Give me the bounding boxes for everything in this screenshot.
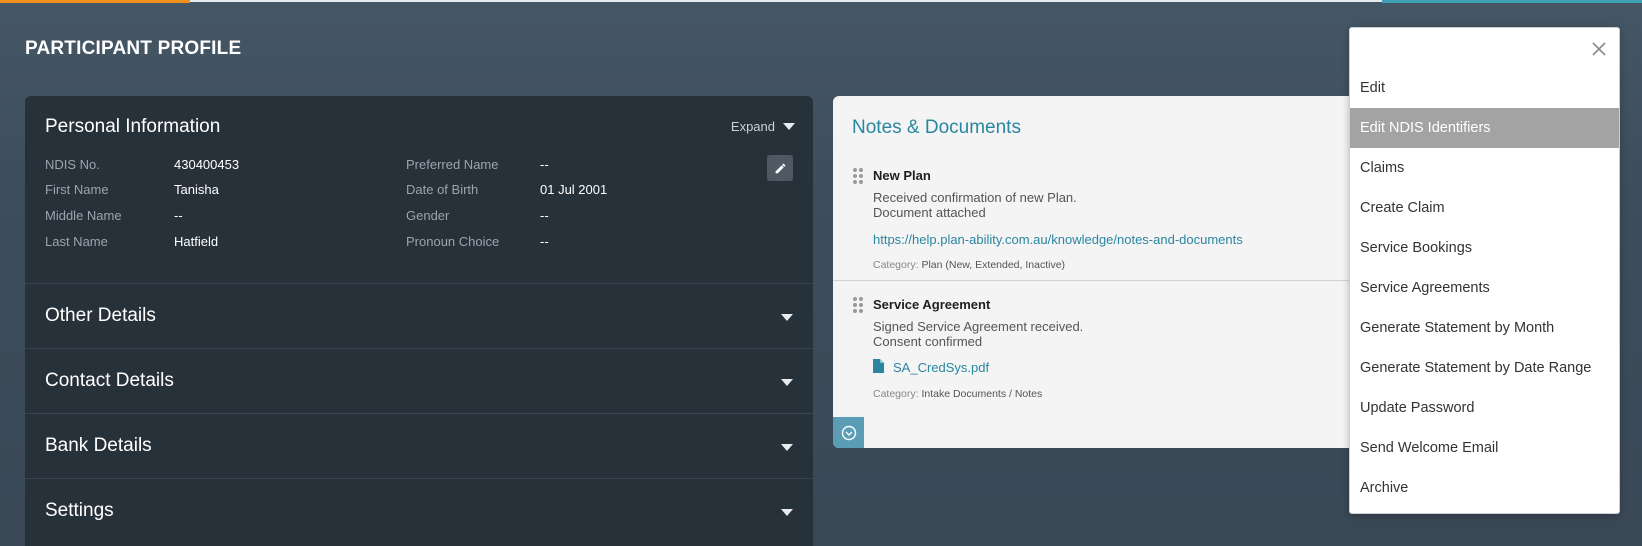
section-other-details[interactable]: Other Details: [25, 283, 813, 348]
field-label: First Name: [45, 182, 109, 197]
caret-down-icon: [781, 509, 793, 516]
menu-item-statement-by-date-range[interactable]: Generate Statement by Date Range: [1350, 348, 1619, 388]
note-body-line: Received confirmation of new Plan.: [873, 190, 1077, 205]
field-value: Hatfield: [174, 234, 219, 249]
field-label: Gender: [406, 208, 450, 223]
category-label: Category:: [873, 259, 919, 271]
close-menu-button[interactable]: [1589, 39, 1609, 59]
expand-button[interactable]: Expand: [731, 119, 795, 134]
file-icon: [873, 359, 884, 373]
section-bank-details[interactable]: Bank Details: [25, 413, 813, 478]
note-body-line: Consent confirmed: [873, 334, 983, 349]
field-label: Last Name: [45, 234, 108, 249]
page-progress-bar: [0, 0, 190, 3]
drag-handle-icon[interactable]: [853, 297, 865, 315]
field-label: NDIS No.: [45, 157, 100, 172]
caret-down-icon: [783, 123, 795, 130]
note-item: Service Agreement Signed Service Agreeme…: [833, 297, 1353, 417]
note-title: New Plan: [873, 168, 931, 183]
field-label: Preferred Name: [406, 157, 499, 172]
menu-item-claims[interactable]: Claims: [1350, 148, 1619, 188]
note-body-line: Signed Service Agreement received.: [873, 319, 1084, 334]
menu-item-service-agreements[interactable]: Service Agreements: [1350, 268, 1619, 308]
actions-dropdown-menu: Edit Edit NDIS Identifiers Claims Create…: [1349, 27, 1620, 514]
section-title: Settings: [45, 500, 114, 521]
personal-info-panel: Personal Information Expand NDIS No. 430…: [25, 96, 813, 546]
field-value: --: [540, 208, 549, 223]
note-category: Category: Plan (New, Extended, Inactive): [873, 259, 1065, 271]
note-category: Category: Intake Documents / Notes: [873, 388, 1042, 400]
menu-item-create-claim[interactable]: Create Claim: [1350, 188, 1619, 228]
category-value: Plan (New, Extended, Inactive): [921, 259, 1066, 271]
field-value: 430400453: [174, 157, 240, 172]
category-label: Category:: [873, 388, 919, 400]
page-title: PARTICIPANT PROFILE: [25, 38, 242, 59]
notes-title: Notes & Documents: [852, 117, 1021, 138]
field-value: --: [174, 208, 183, 223]
section-title: Contact Details: [45, 370, 174, 391]
caret-down-icon: [781, 379, 793, 386]
field-value: 01 Jul 2001: [540, 182, 608, 197]
menu-item-archive[interactable]: Archive: [1350, 468, 1619, 508]
drag-handle-icon[interactable]: [853, 168, 865, 186]
personal-info-title: Personal Information: [45, 116, 221, 137]
section-settings[interactable]: Settings: [25, 478, 813, 543]
menu-item-statement-by-month[interactable]: Generate Statement by Month: [1350, 308, 1619, 348]
field-label: Pronoun Choice: [406, 234, 500, 249]
chevron-circle-down-icon: [841, 425, 856, 440]
pencil-icon: [775, 163, 785, 173]
menu-item-update-password[interactable]: Update Password: [1350, 388, 1619, 428]
scroll-down-button[interactable]: [833, 417, 864, 448]
note-link[interactable]: https://help.plan-ability.com.au/knowled…: [873, 232, 1243, 247]
expand-label: Expand: [730, 119, 775, 134]
notes-documents-panel: Notes & Documents New Plan Received conf…: [833, 96, 1353, 448]
field-value: --: [540, 157, 549, 172]
note-attachment-link[interactable]: SA_CredSys.pdf: [893, 360, 989, 375]
caret-down-icon: [781, 444, 793, 451]
top-border-accent: [1382, 0, 1642, 3]
menu-item-edit[interactable]: Edit: [1350, 68, 1619, 108]
close-icon: [1592, 42, 1606, 56]
section-title: Bank Details: [45, 435, 152, 456]
menu-item-send-welcome-email[interactable]: Send Welcome Email: [1350, 428, 1619, 468]
note-divider: [833, 280, 1353, 281]
note-title: Service Agreement: [873, 297, 991, 312]
section-title: Other Details: [45, 305, 156, 326]
category-value: Intake Documents / Notes: [921, 388, 1043, 400]
field-label: Middle Name: [45, 208, 122, 223]
section-contact-details[interactable]: Contact Details: [25, 348, 813, 413]
field-label: Date of Birth: [406, 182, 479, 197]
note-body-line: Document attached: [873, 205, 986, 220]
edit-personal-info-button[interactable]: [767, 155, 793, 181]
menu-item-service-bookings[interactable]: Service Bookings: [1350, 228, 1619, 268]
field-value: --: [540, 234, 549, 249]
field-value: Tanisha: [174, 182, 219, 197]
note-item: New Plan Received confirmation of new Pl…: [833, 168, 1353, 308]
menu-item-edit-ndis-identifiers[interactable]: Edit NDIS Identifiers: [1350, 108, 1619, 148]
caret-down-icon: [781, 314, 793, 321]
